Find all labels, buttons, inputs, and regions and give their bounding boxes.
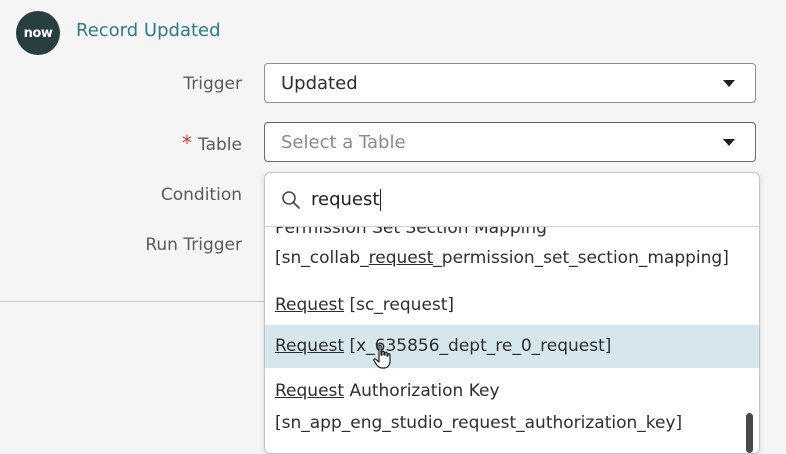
condition-label: Condition — [160, 185, 242, 205]
hand-cursor-icon — [373, 344, 391, 369]
list-item-highlighted[interactable]: Request [x_635856_dept_re_0_request] — [265, 325, 759, 368]
trigger-label: Trigger — [183, 74, 242, 94]
page-title: Record Updated — [76, 20, 221, 41]
now-logo: now — [16, 11, 60, 55]
trigger-select-value: Updated — [281, 72, 358, 94]
run-trigger-label: Run Trigger — [145, 235, 242, 255]
list-item[interactable]: Request Authorization Key [sn_app_eng_st… — [265, 377, 759, 441]
table-select-placeholder: Select a Table — [281, 131, 406, 153]
dropdown-search[interactable]: request — [265, 173, 759, 227]
table-select[interactable]: Select a Table — [264, 122, 756, 162]
dropdown-list: Permission Set Section Mapping [sn_colla… — [265, 227, 759, 453]
table-dropdown[interactable]: request Permission Set Section Mapping [… — [264, 172, 760, 454]
dropdown-scrollbar[interactable] — [746, 413, 753, 453]
search-icon — [282, 190, 300, 209]
list-item[interactable]: Permission Set Section Mapping [sn_colla… — [265, 227, 759, 283]
required-indicator: * — [182, 131, 193, 155]
chevron-down-icon — [723, 139, 735, 146]
chevron-down-icon — [723, 80, 735, 87]
search-input[interactable]: request — [311, 188, 382, 211]
list-item[interactable]: Request [sc_request] — [265, 293, 759, 317]
table-label: * Table — [182, 131, 242, 155]
section-divider — [0, 301, 264, 302]
trigger-select[interactable]: Updated — [264, 63, 756, 103]
